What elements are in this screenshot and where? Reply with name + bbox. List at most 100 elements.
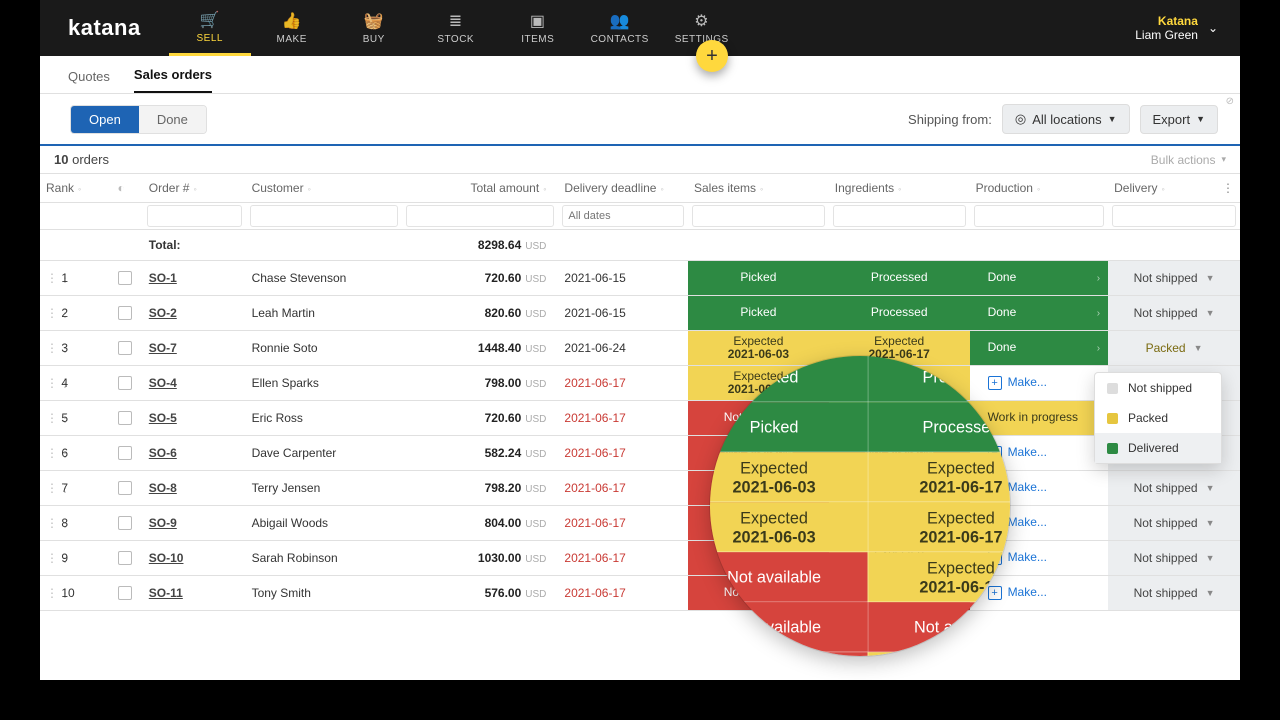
status-cell[interactable]: Not available — [829, 576, 970, 611]
nav-items[interactable]: ▣ITEMS — [497, 0, 579, 56]
export-button[interactable]: Export ▼ — [1140, 105, 1219, 134]
delivery-cell[interactable]: Not shipped▼ — [1108, 506, 1240, 541]
production-make-button[interactable]: +Make... — [970, 366, 1109, 401]
chip-done[interactable]: Done — [139, 106, 206, 133]
order-cell[interactable]: SO-9 — [143, 506, 246, 541]
order-cell[interactable]: SO-2 — [143, 296, 246, 331]
order-cell[interactable]: SO-10 — [143, 541, 246, 576]
drag-handle-icon[interactable]: ⋮⋮ — [46, 551, 58, 565]
delivery-option-not-shipped[interactable]: Not shipped — [1095, 373, 1221, 403]
status-cell[interactable]: Expected2021-06-17 — [829, 506, 970, 541]
status-cell[interactable]: Expected2021-06-17 — [829, 366, 970, 401]
order-link[interactable]: SO-11 — [149, 586, 183, 601]
select-cell[interactable] — [112, 401, 143, 436]
checkbox[interactable] — [118, 516, 132, 530]
filter-customer[interactable] — [250, 205, 398, 227]
delivery-cell[interactable]: Not shipped▼ — [1108, 541, 1240, 576]
drag-handle-icon[interactable]: ⋮⋮ — [46, 446, 58, 460]
col-sales-items[interactable]: Sales items◦ — [688, 174, 829, 203]
filter-order[interactable] — [147, 205, 242, 227]
checkbox[interactable] — [118, 341, 132, 355]
status-cell[interactable]: Processed — [829, 261, 970, 296]
order-cell[interactable]: SO-1 — [143, 261, 246, 296]
user-menu[interactable]: Katana Liam Green ⌄ — [1135, 0, 1240, 56]
production-cell[interactable]: Done› — [970, 261, 1109, 296]
select-cell[interactable] — [112, 296, 143, 331]
chip-open[interactable]: Open — [71, 106, 139, 133]
order-cell[interactable]: SO-4 — [143, 366, 246, 401]
delivery-dropdown[interactable]: Not shipped Packed Delivered — [1094, 372, 1222, 464]
filter-production[interactable] — [974, 205, 1105, 227]
nav-contacts[interactable]: 👥CONTACTS — [579, 0, 661, 56]
production-cell[interactable]: Work in progress› — [970, 401, 1109, 436]
production-make-button[interactable]: +Make... — [970, 471, 1109, 506]
production-cell[interactable]: Done› — [970, 331, 1109, 366]
drag-handle-icon[interactable]: ⋮⋮ — [46, 271, 58, 285]
drag-handle-icon[interactable]: ⋮⋮ — [46, 586, 58, 600]
add-button[interactable]: + — [696, 40, 728, 72]
production-make-button[interactable]: +Make... — [970, 576, 1109, 611]
status-cell[interactable]: Expected2021-06-17 — [829, 471, 970, 506]
filter-sales[interactable] — [692, 205, 825, 227]
production-make-button[interactable]: +Make... — [970, 541, 1109, 576]
delivery-cell[interactable]: Packed▼ — [1108, 331, 1240, 366]
tab-sales-orders[interactable]: Sales orders — [134, 67, 212, 93]
nav-make[interactable]: 👍MAKE — [251, 0, 333, 56]
order-link[interactable]: SO-7 — [149, 341, 177, 356]
status-cell[interactable]: Picked — [688, 261, 829, 296]
order-link[interactable]: SO-6 — [149, 446, 177, 461]
checkbox[interactable] — [118, 411, 132, 425]
filter-ingredients[interactable] — [833, 205, 966, 227]
order-cell[interactable]: SO-7 — [143, 331, 246, 366]
nav-sell[interactable]: 🛒SELL — [169, 0, 251, 56]
filter-deadline[interactable] — [562, 205, 684, 227]
nav-buy[interactable]: 🧺BUY — [333, 0, 415, 56]
checkbox[interactable] — [118, 271, 132, 285]
order-cell[interactable]: SO-8 — [143, 471, 246, 506]
col-delivery[interactable]: Delivery◦⋮ — [1108, 174, 1240, 203]
status-cell[interactable]: Not available — [688, 506, 829, 541]
col-production[interactable]: Production◦ — [970, 174, 1109, 203]
col-customer[interactable]: Customer◦ — [246, 174, 402, 203]
production-cell[interactable]: Done› — [970, 296, 1109, 331]
order-link[interactable]: SO-4 — [149, 376, 177, 391]
order-link[interactable]: SO-10 — [149, 551, 184, 566]
select-cell[interactable] — [112, 506, 143, 541]
status-cell[interactable]: Expected2021-06-17 — [829, 331, 970, 366]
status-cell[interactable]: Picked — [688, 296, 829, 331]
status-cell[interactable]: Not available — [688, 436, 829, 471]
drag-handle-icon[interactable]: ⋮⋮ — [46, 481, 58, 495]
nav-stock[interactable]: ≣STOCK — [415, 0, 497, 56]
status-cell[interactable]: Not available — [688, 401, 829, 436]
status-cell[interactable]: Not available — [688, 576, 829, 611]
checkbox[interactable] — [118, 586, 132, 600]
production-make-button[interactable]: +Make... — [970, 436, 1109, 471]
filter-delivery[interactable] — [1112, 205, 1236, 227]
col-ingredients[interactable]: Ingredients◦ — [829, 174, 970, 203]
close-icon[interactable]: ⊘ — [1226, 96, 1234, 107]
status-cell[interactable]: Not available — [829, 436, 970, 471]
drag-handle-icon[interactable]: ⋮⋮ — [46, 516, 58, 530]
delivery-cell[interactable]: Not shipped▼ — [1108, 296, 1240, 331]
col-select[interactable]: ◐ — [112, 174, 143, 203]
bulk-actions-button[interactable]: Bulk actions▾ — [1151, 153, 1226, 167]
delivery-option-packed[interactable]: Packed — [1095, 403, 1221, 433]
status-cell[interactable]: Expected2021-06-03 — [688, 366, 829, 401]
tab-quotes[interactable]: Quotes — [68, 69, 110, 93]
status-cell[interactable]: Processed — [829, 296, 970, 331]
kebab-icon[interactable]: ⋮ — [1222, 181, 1234, 195]
drag-handle-icon[interactable]: ⋮⋮ — [46, 376, 58, 390]
filter-amount[interactable] — [406, 205, 554, 227]
col-amount[interactable]: Total amount◦ — [402, 174, 558, 203]
col-rank[interactable]: Rank◦ — [40, 174, 112, 203]
order-cell[interactable]: SO-5 — [143, 401, 246, 436]
status-cell[interactable]: Expected2021-06-17 — [829, 541, 970, 576]
status-cell[interactable]: Not available — [688, 541, 829, 576]
order-link[interactable]: SO-5 — [149, 411, 177, 426]
select-cell[interactable] — [112, 576, 143, 611]
drag-handle-icon[interactable]: ⋮⋮ — [46, 306, 58, 320]
delivery-cell[interactable]: Not shipped▼ — [1108, 471, 1240, 506]
drag-handle-icon[interactable]: ⋮⋮ — [46, 341, 58, 355]
status-cell[interactable]: Not available — [688, 471, 829, 506]
status-cell[interactable]: Expected2021-06-17 — [829, 401, 970, 436]
